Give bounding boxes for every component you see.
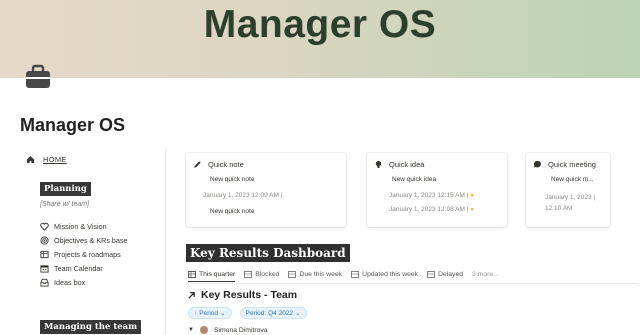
quick-note-title: Quick note [208, 160, 244, 169]
more-views-link[interactable]: 3 more... [472, 271, 499, 278]
home-link[interactable]: HOME [26, 155, 67, 164]
quick-note-card[interactable]: Quick note New quick note January 1, 202… [186, 153, 346, 227]
arrow-up-icon: ↑ [194, 309, 198, 317]
quick-meeting-card[interactable]: Quick meeting New quick m... January 1, … [526, 153, 610, 227]
quick-idea-title: Quick idea [389, 160, 425, 169]
speech-bubble-icon [533, 160, 541, 169]
tabs-divider [186, 283, 638, 284]
dashboard-title: Key Results Dashboard [186, 244, 350, 262]
table-icon [427, 271, 435, 278]
table-icon [40, 250, 49, 259]
sidebar-item-objectives[interactable]: Objectives & KRs base [40, 236, 128, 245]
tab-updated-this-week[interactable]: Updated this week [351, 271, 418, 278]
lightbulb-icon: ● [470, 206, 475, 213]
cover-title: Manager OS [203, 3, 437, 46]
lightbulb-icon: ● [470, 192, 475, 199]
table-icon [288, 271, 297, 278]
sidebar-item-label: Team Calendar [54, 264, 103, 273]
period-sort-chip[interactable]: ↑ Period ⌄ [188, 307, 232, 319]
quick-meeting-header[interactable]: Quick meeting [533, 160, 596, 169]
quick-meeting-date: January 1, 2023 | [545, 194, 596, 201]
tab-due-this-week[interactable]: Due this week [288, 271, 342, 278]
home-label: HOME [43, 155, 67, 164]
sidebar-item-label: Projects & roadmaps [54, 250, 121, 259]
sidebar-item-ideas-box[interactable]: Ideas box [40, 278, 85, 287]
quick-note-header[interactable]: Quick note [193, 160, 244, 169]
group-row[interactable]: ▼ Simona Dimitrova [188, 326, 268, 334]
chevron-down-icon: ⌄ [220, 310, 226, 317]
lightbulb-icon [375, 160, 382, 168]
tab-this-quarter[interactable]: This quarter [188, 271, 236, 282]
tab-blocked[interactable]: Blocked [244, 271, 279, 278]
planning-heading: Planning [40, 182, 91, 196]
group-name: Simona Dimitrova [213, 326, 268, 334]
home-icon [26, 156, 35, 164]
pencil-icon [194, 161, 201, 168]
sidebar-item-projects[interactable]: Projects & roadmaps [40, 250, 121, 259]
calendar-icon [40, 265, 49, 273]
sidebar-item-label: Objectives & KRs base [54, 236, 128, 245]
table-icon [351, 271, 360, 278]
table-icon [244, 271, 253, 278]
avatar [199, 326, 208, 334]
arrow-up-right-icon [188, 291, 195, 299]
quick-note-timestamp: January 1, 2023 12:09 AM | [203, 192, 283, 199]
target-icon [40, 236, 49, 245]
share-note: [Share w/ team] [40, 201, 90, 208]
quick-meeting-time: 12:10 AM [545, 205, 573, 212]
inbox-icon [40, 278, 49, 287]
sidebar-item-label: Ideas box [54, 278, 86, 287]
quick-idea-timestamp: January 1, 2023 12:08 AM | ● [389, 206, 475, 213]
sidebar-item-label: Mission & Vision [54, 222, 107, 231]
view-tabs: This quarter Blocked Due this week Updat… [188, 271, 499, 282]
filter-chips: ↑ Period ⌄ Period: Q4 2022 ⌄ [188, 307, 307, 319]
quick-idea-header[interactable]: Quick idea [374, 160, 424, 169]
sidebar: HOME Planning [Share w/ team] Mission & … [20, 148, 166, 335]
briefcase-icon[interactable] [24, 63, 52, 91]
chevron-down-icon: ⌄ [295, 310, 301, 317]
quick-idea-card[interactable]: Quick idea New quick idea January 1, 202… [367, 153, 507, 227]
managing-heading: Managing the team [40, 320, 142, 334]
table-icon [188, 271, 196, 278]
period-filter-chip[interactable]: Period: Q4 2022 ⌄ [239, 307, 307, 319]
sidebar-item-mission-vision[interactable]: Mission & Vision [40, 222, 107, 231]
quick-note-entry[interactable]: New quick note [210, 208, 254, 215]
quick-meeting-title: Quick meeting [548, 160, 596, 169]
sidebar-item-team-calendar[interactable]: Team Calendar [40, 264, 103, 273]
quick-note-entry[interactable]: New quick note [210, 176, 254, 183]
quick-idea-timestamp: January 1, 2023 12:15 AM | ● [389, 192, 475, 199]
page-title: Manager OS [20, 115, 126, 135]
tab-delayed[interactable]: Delayed [427, 271, 463, 278]
key-results-team-heading[interactable]: Key Results - Team [187, 289, 297, 301]
caret-down-icon[interactable]: ▼ [188, 327, 194, 333]
quick-idea-entry[interactable]: New quick idea [392, 176, 436, 183]
quick-meeting-entry[interactable]: New quick m... [551, 176, 594, 183]
heart-icon [40, 222, 49, 231]
